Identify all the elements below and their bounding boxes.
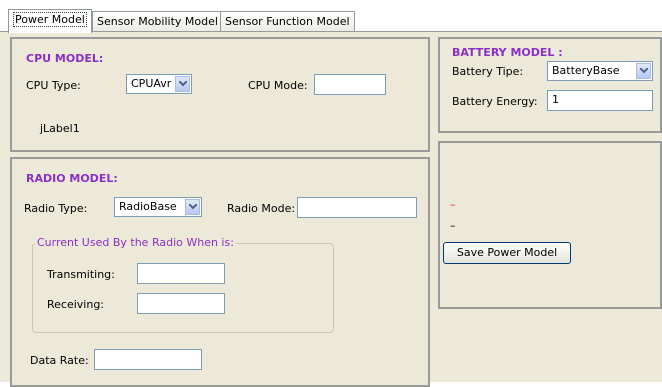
radio-type-label: Radio Type:: [24, 202, 88, 215]
cpu-type-value: CPUAvr: [131, 77, 172, 90]
receiving-field[interactable]: [137, 293, 225, 314]
battery-type-value: BatteryBase: [552, 64, 620, 77]
cpu-mode-label: CPU Mode:: [248, 79, 308, 92]
save-power-model-button[interactable]: Save Power Model: [443, 242, 571, 264]
battery-energy-label: Battery Energy:: [452, 95, 538, 108]
transmitting-field[interactable]: [137, 263, 225, 284]
radio-mode-field[interactable]: [297, 197, 417, 218]
tab-sensor-mobility-model[interactable]: Sensor Mobility Model: [92, 11, 223, 31]
battery-model-group: BATTERY MODEL : Battery Tipe: BatteryBas…: [438, 37, 662, 133]
battery-type-label: Battery Tipe:: [452, 65, 524, 78]
tab-sensor-function-model[interactable]: Sensor Function Model: [220, 11, 355, 31]
tab-power-model-label: Power Model: [13, 12, 87, 27]
current-used-group: Current Used By the Radio When is: Trans…: [32, 236, 334, 333]
current-used-legend: Current Used By the Radio When is:: [35, 236, 236, 249]
cpu-model-title: CPU MODEL:: [26, 52, 104, 65]
transmitting-label: Transmiting:: [47, 268, 115, 281]
tab-bar: Power Model Sensor Mobility Model Sensor…: [0, 0, 662, 33]
data-rate-field[interactable]: [94, 349, 202, 370]
radio-type-value: RadioBase: [119, 200, 177, 213]
radio-model-title: RADIO MODEL:: [26, 172, 118, 185]
chevron-down-icon: [185, 199, 200, 215]
power-model-panel: CPU MODEL: CPU Type: CPUAvr CPU Mode: jL…: [0, 31, 662, 387]
chevron-down-icon: [175, 76, 190, 92]
battery-model-title: BATTERY MODEL :: [452, 46, 563, 59]
cpu-type-select[interactable]: CPUAvr: [126, 74, 192, 94]
radio-model-group: RADIO MODEL: Radio Type: RadioBase Radio…: [10, 157, 430, 387]
chevron-down-icon: [636, 63, 651, 79]
tab-sensor-function-model-label: Sensor Function Model: [225, 15, 350, 28]
data-rate-label: Data Rate:: [30, 354, 89, 367]
radio-mode-label: Radio Mode:: [227, 202, 296, 215]
jlabel1: jLabel1: [40, 122, 80, 135]
receiving-label: Receiving:: [47, 298, 105, 311]
battery-energy-field[interactable]: 1: [547, 90, 653, 111]
tab-power-model[interactable]: Power Model: [8, 9, 92, 33]
battery-type-select[interactable]: BatteryBase: [547, 61, 653, 81]
status-marker-red: –: [450, 198, 456, 211]
tab-sensor-mobility-model-label: Sensor Mobility Model: [97, 15, 218, 28]
cpu-mode-field[interactable]: [314, 74, 386, 95]
status-marker-black: –: [450, 219, 456, 232]
radio-type-select[interactable]: RadioBase: [114, 197, 202, 217]
cpu-type-label: CPU Type:: [26, 79, 81, 92]
cpu-model-group: CPU MODEL: CPU Type: CPUAvr CPU Mode: jL…: [10, 37, 430, 152]
save-panel: – – Save Power Model: [438, 141, 662, 309]
